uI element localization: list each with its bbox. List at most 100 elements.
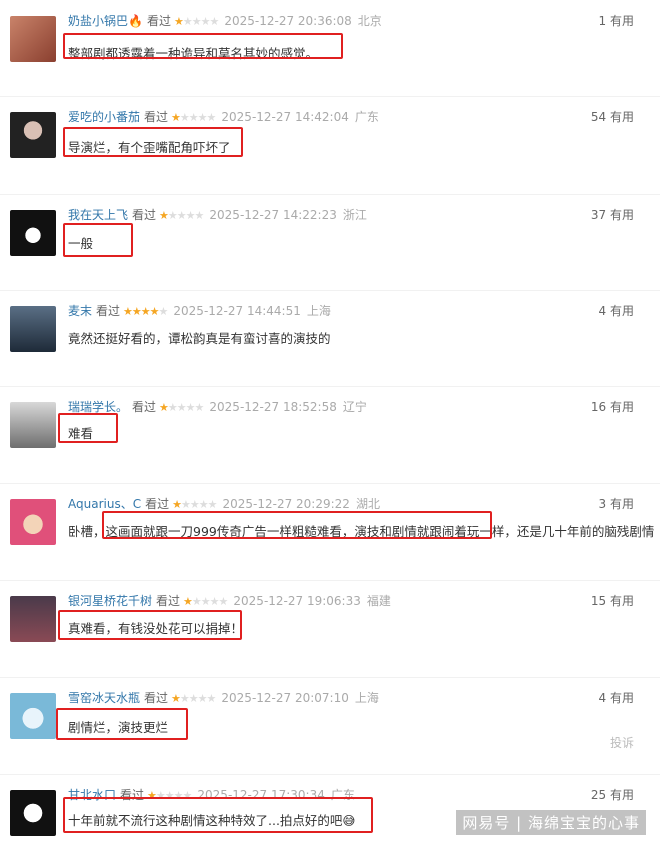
useful-button[interactable]: 16 有用 [591, 398, 634, 415]
star-empty-icon: ★ [185, 401, 196, 414]
useful-button[interactable]: 15 有用 [591, 592, 634, 609]
watch-status: 看过 [145, 497, 170, 511]
star-empty-icon: ★ [194, 401, 205, 414]
avatar[interactable] [10, 112, 56, 158]
review-meta: 银河星桥花千树 看过 ★★★★★ 2025-12-27 19:06:33 福建 [68, 592, 391, 609]
divider [0, 386, 660, 387]
useful-button[interactable]: 1 有用 [599, 12, 634, 29]
review-location: 上海 [354, 691, 379, 705]
star-empty-icon: ★ [207, 498, 218, 511]
useful-button[interactable]: 54 有用 [591, 108, 634, 125]
highlight-box [102, 511, 492, 539]
watch-status: 看过 [144, 691, 169, 705]
star-empty-icon: ★ [206, 692, 217, 705]
rating-stars: ★★★★★ [123, 305, 169, 318]
star-empty-icon: ★ [176, 401, 187, 414]
star-empty-icon: ★ [176, 209, 187, 222]
avatar[interactable] [10, 499, 56, 545]
watch-status: 看过 [146, 14, 171, 28]
star-empty-icon: ★ [158, 305, 169, 318]
star-empty-icon: ★ [194, 209, 205, 222]
review-time: 2025-12-27 20:07:10 [221, 691, 349, 705]
highlight-box [56, 708, 188, 740]
star-empty-icon: ★ [179, 111, 190, 124]
highlight-box [58, 413, 118, 443]
username-link[interactable]: 瑞瑞学长。 [68, 400, 128, 414]
review-meta: 爱吃的小番茄 看过 ★★★★★ 2025-12-27 14:42:04 广东 [68, 108, 379, 125]
star-empty-icon: ★ [191, 15, 202, 28]
review-time: 2025-12-27 14:42:04 [221, 110, 349, 124]
star-filled-icon: ★ [171, 111, 181, 124]
username-link[interactable]: Aquarius、C [68, 497, 141, 511]
useful-button[interactable]: 4 有用 [599, 689, 634, 706]
review-time: 2025-12-27 14:22:23 [209, 208, 337, 222]
useful-button[interactable]: 3 有用 [599, 495, 634, 512]
star-filled-icon: ★ [159, 209, 169, 222]
review-location: 广东 [354, 110, 379, 124]
useful-button[interactable]: 37 有用 [591, 206, 634, 223]
star-empty-icon: ★ [209, 15, 219, 28]
star-filled-icon: ★ [140, 305, 151, 318]
highlight-box [58, 610, 242, 640]
watch-status: 看过 [96, 304, 121, 318]
star-empty-icon: ★ [167, 401, 178, 414]
star-empty-icon: ★ [209, 595, 220, 608]
rating-stars: ★★★★★ [173, 15, 219, 28]
star-empty-icon: ★ [180, 498, 191, 511]
highlight-box [63, 797, 373, 833]
divider [0, 290, 660, 291]
star-empty-icon: ★ [198, 498, 209, 511]
review-meta: Aquarius、C 看过 ★★★★★ 2025-12-27 20:29:22 湖北 [68, 495, 380, 512]
review-meta: 我在天上飞 看过 ★★★★★ 2025-12-27 14:22:23 浙江 [68, 206, 367, 223]
username-link[interactable]: 我在天上飞 [68, 208, 128, 222]
star-empty-icon: ★ [200, 595, 211, 608]
review-location: 上海 [306, 304, 331, 318]
username-link[interactable]: 爱吃的小番茄 [68, 110, 140, 124]
rating-stars: ★★★★★ [159, 401, 205, 414]
avatar[interactable] [10, 693, 56, 739]
avatar[interactable] [10, 210, 56, 256]
username-link[interactable]: 麦末 [68, 304, 92, 318]
review-location: 北京 [357, 14, 382, 28]
report-link[interactable]: 投诉 [610, 734, 634, 751]
star-empty-icon: ★ [206, 111, 217, 124]
divider [0, 774, 660, 775]
avatar[interactable] [10, 402, 56, 448]
star-filled-icon: ★ [123, 305, 133, 318]
divider [0, 677, 660, 678]
useful-button[interactable]: 4 有用 [599, 302, 634, 319]
avatar[interactable] [10, 16, 56, 62]
divider [0, 96, 660, 97]
review-comment: 竟然还挺好看的，谭松韵真是有蛮讨喜的演技的 [68, 331, 331, 346]
review-location: 湖北 [355, 497, 380, 511]
review-meta: 雪窑冰天水瓶 看过 ★★★★★ 2025-12-27 20:07:10 上海 [68, 689, 379, 706]
star-empty-icon: ★ [188, 692, 199, 705]
avatar[interactable] [10, 596, 56, 642]
star-empty-icon: ★ [197, 111, 208, 124]
rating-stars: ★★★★★ [171, 111, 217, 124]
star-filled-icon: ★ [183, 595, 193, 608]
review-meta: 麦末 看过 ★★★★★ 2025-12-27 14:44:51 上海 [68, 302, 331, 319]
review-time: 2025-12-27 18:52:58 [209, 400, 337, 414]
username-link[interactable]: 银河星桥花千树 [68, 594, 152, 608]
star-filled-icon: ★ [172, 498, 182, 511]
username-link[interactable]: 雪窑冰天水瓶 [68, 691, 140, 705]
star-filled-icon: ★ [171, 692, 181, 705]
rating-stars: ★★★★★ [172, 498, 218, 511]
star-empty-icon: ★ [182, 15, 193, 28]
star-filled-icon: ★ [173, 15, 184, 28]
useful-button[interactable]: 25 有用 [591, 786, 634, 803]
review-location: 福建 [366, 594, 391, 608]
star-filled-icon: ★ [131, 305, 142, 318]
star-empty-icon: ★ [167, 209, 178, 222]
highlight-box [63, 127, 243, 157]
avatar[interactable] [10, 790, 56, 836]
rating-stars: ★★★★★ [171, 692, 217, 705]
watermark: 网易号 | 海绵宝宝的心事 [456, 810, 646, 835]
review-time: 2025-12-27 20:29:22 [222, 497, 350, 511]
username-link[interactable]: 奶盐小锅巴🔥 [68, 14, 143, 28]
avatar[interactable] [10, 306, 56, 352]
review-time: 2025-12-27 20:36:08 [224, 14, 352, 28]
highlight-box [63, 33, 343, 59]
star-filled-icon: ★ [159, 401, 169, 414]
